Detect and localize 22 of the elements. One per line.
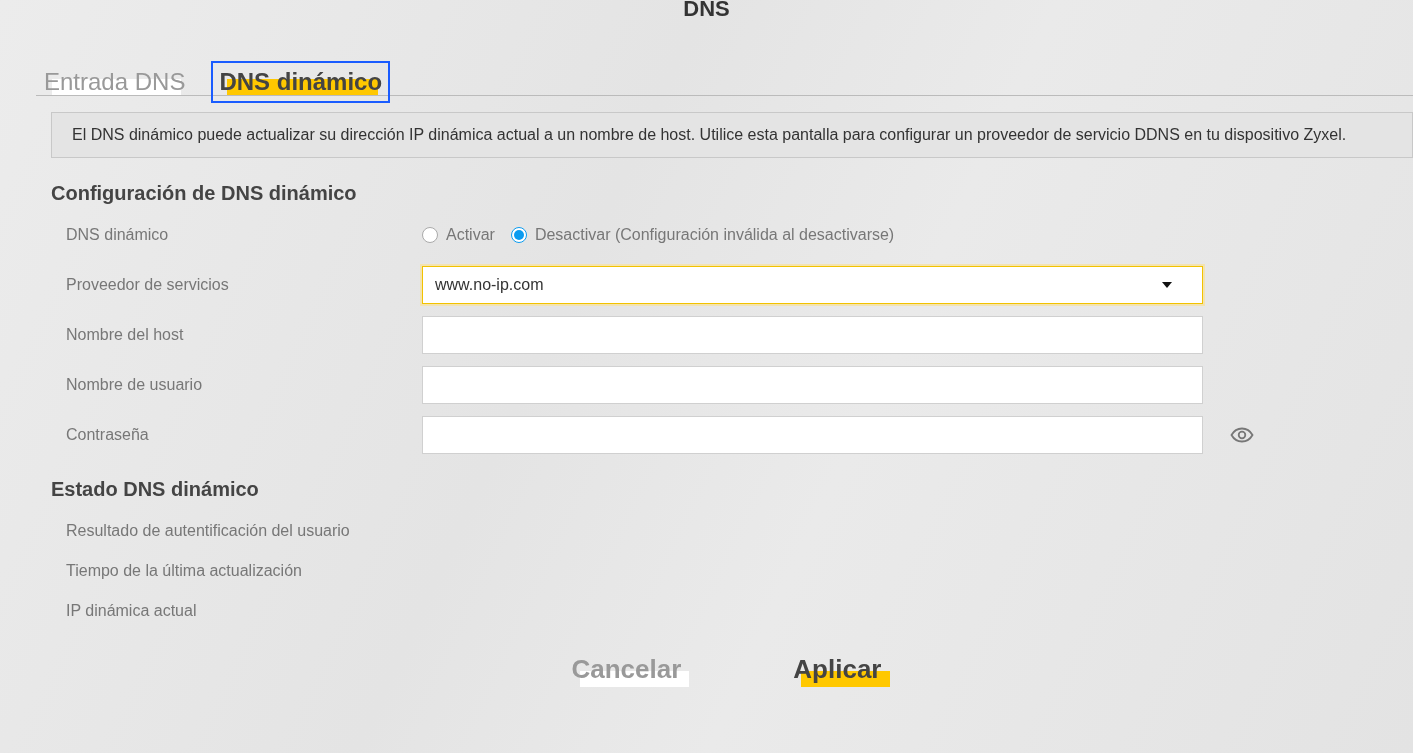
radio-button[interactable] — [422, 227, 438, 243]
radio-label: Desactivar (Configuración inválida al desactivarse) — [534, 225, 895, 245]
field-label: Contraseña — [65, 425, 150, 445]
field-label: Nombre de usuario — [65, 375, 204, 395]
caret-icon — [1162, 282, 1172, 288]
field-label: Proveedor de servicios — [65, 275, 230, 295]
eye-icon[interactable] — [1230, 427, 1254, 443]
status-label: IP dinámica actual — [65, 601, 198, 621]
radio-button[interactable] — [510, 227, 527, 243]
radio-label: Activar — [446, 225, 495, 245]
field-label: DNS dinámico — [65, 225, 170, 245]
status-label: Resultado de autentificación del usuario — [65, 521, 351, 541]
field-label: Nombre del host — [65, 325, 185, 345]
select-field[interactable]: www.no-ip.com — [422, 266, 1203, 304]
password-field[interactable] — [422, 416, 1203, 454]
status-label: Tiempo de la última actualización — [65, 561, 303, 581]
input-field[interactable] — [422, 366, 1203, 404]
info-text: El DNS dinámico puede actualizar su dirección IP dinámica actual a un nombre de host. Utilice esta pantalla para configurar un proveedor de servicio DDNS en tu dispositivo Zyxel. — [72, 125, 1347, 145]
input-field[interactable] — [422, 316, 1203, 354]
section-heading: Estado DNS dinámico — [51, 479, 260, 499]
page-title: DNS — [683, 0, 730, 20]
section-heading: Configuración de DNS dinámico — [51, 183, 358, 203]
